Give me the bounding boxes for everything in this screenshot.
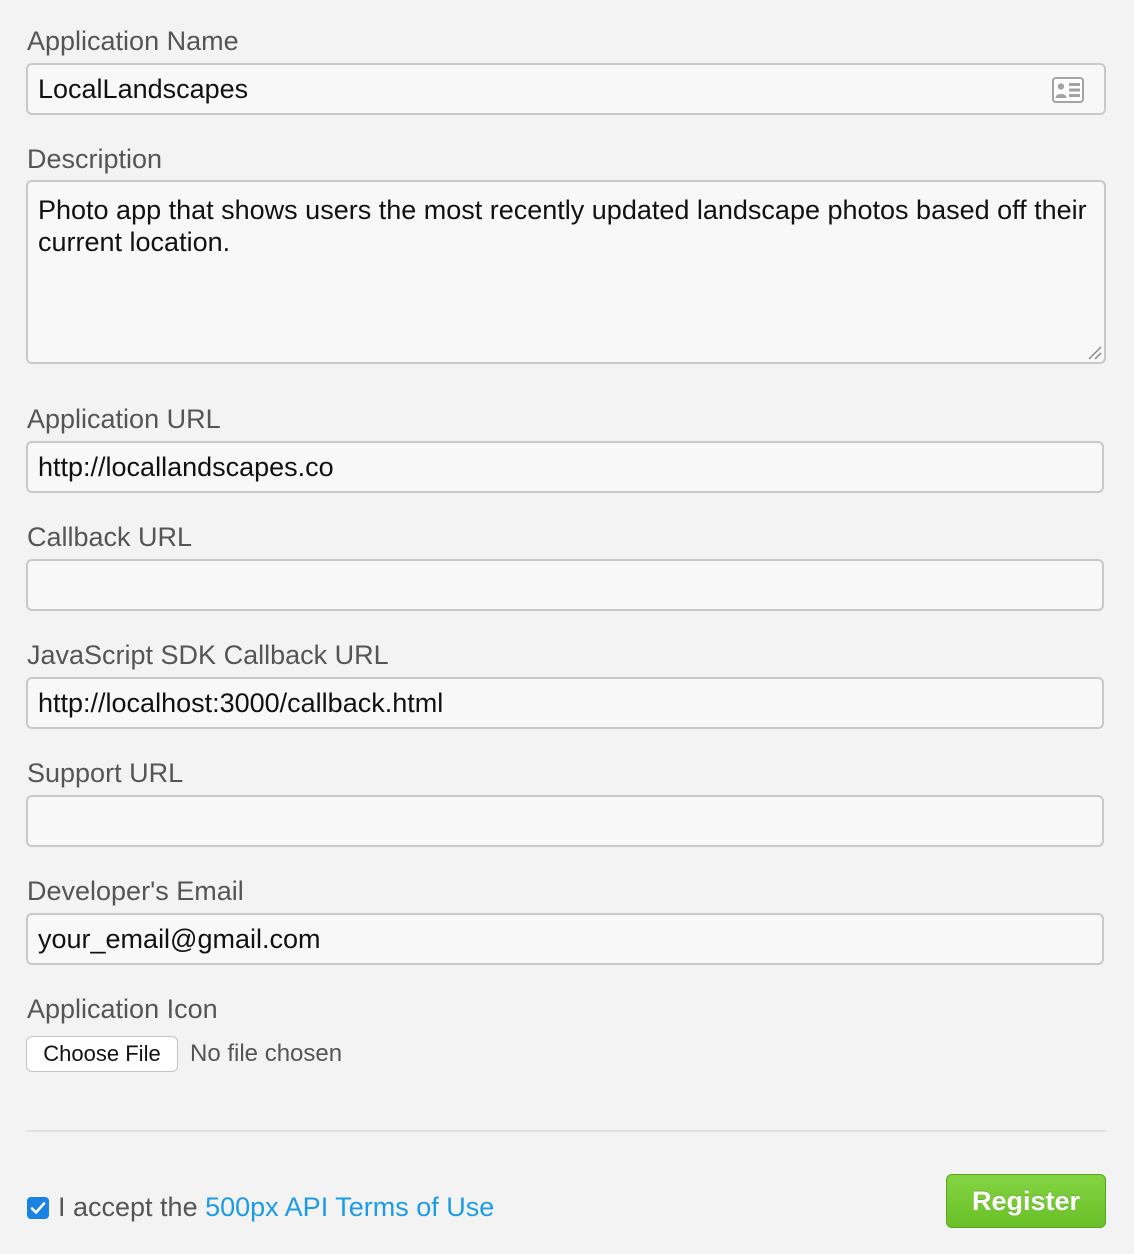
app-url-label: Application URL [27, 404, 221, 434]
description-label: Description [27, 144, 163, 174]
file-status-text: No file chosen [190, 1040, 343, 1067]
register-button[interactable]: Register [946, 1174, 1106, 1228]
app-name-label: Application Name [27, 26, 239, 56]
accept-terms-checkbox[interactable] [27, 1197, 49, 1219]
description-textarea[interactable]: Photo app that shows users the most rece… [26, 180, 1106, 364]
accept-terms-text: I accept the 500px API Terms of Use [58, 1191, 494, 1223]
callback-url-label: Callback URL [27, 522, 193, 552]
js-sdk-callback-url-label: JavaScript SDK Callback URL [27, 640, 389, 670]
app-icon-label: Application Icon [27, 994, 218, 1024]
developer-email-input[interactable] [26, 913, 1104, 965]
support-url-input[interactable] [26, 795, 1104, 847]
divider [26, 1130, 1106, 1132]
callback-url-input[interactable] [26, 559, 1104, 611]
app-name-input[interactable] [26, 63, 1106, 115]
checkmark-icon [30, 1202, 46, 1214]
resize-handle-icon[interactable] [1086, 344, 1102, 360]
js-sdk-callback-url-input[interactable] [26, 677, 1104, 729]
support-url-label: Support URL [27, 758, 184, 788]
contact-card-icon[interactable] [1052, 77, 1084, 103]
developer-email-label: Developer's Email [27, 876, 244, 906]
app-url-input[interactable] [26, 441, 1104, 493]
terms-of-use-link[interactable]: 500px API Terms of Use [205, 1192, 494, 1222]
app-registration-form: Application Name Description Photo app t… [0, 0, 1134, 1254]
choose-file-button[interactable]: Choose File [26, 1036, 178, 1072]
accept-terms-prefix: I accept the [58, 1192, 206, 1222]
